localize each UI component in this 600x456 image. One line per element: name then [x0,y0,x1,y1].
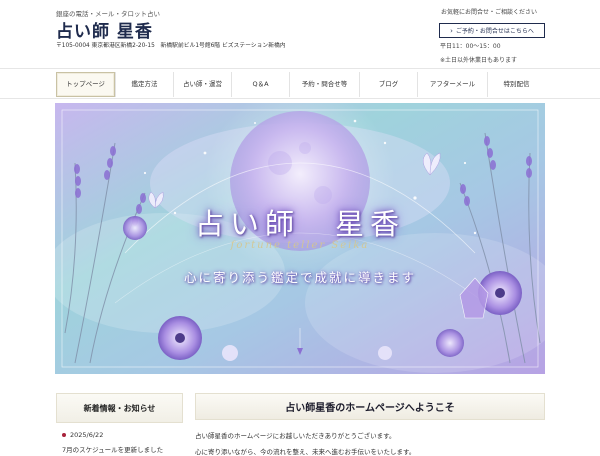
nav-item-after-mail[interactable]: アフターメール [417,72,487,97]
contact-button[interactable]: › ご予約・お問合せはこちらへ [439,23,545,38]
news-item-link[interactable]: 7月のスケジュールを更新しました [62,444,163,454]
address: 〒105-0004 東京都港区新橋2-20-15 新橋駅前ビル1号館6階 ビズス… [56,43,286,49]
nav-item-method[interactable]: 鑑定方法 [115,72,173,97]
nav-item-profile[interactable]: 占い師・運営 [173,72,231,97]
nav-item-special[interactable]: 特別配信 [487,72,545,97]
hero-catchphrase: 心に寄り添う鑑定で成就に導きます [183,270,416,285]
site-header: 銀座の電話・メール・タロット占い 占い師 星香 〒105-0004 東京都港区新… [0,0,600,68]
welcome-paragraph-2: 心に寄り添いながら、今の流れを整え、未来へ進むお手伝いをいたします。 [195,448,416,456]
welcome-paragraph-1: 占い師星香のホームページにお越しいただきありがとうございます。 [195,432,396,440]
hero-title: 占い師 星香 [194,207,405,241]
hero-subtitle: fortune teller Seika [230,240,370,251]
nav-item-reservation[interactable]: 予約・問合せ等 [289,72,359,97]
contact-note: お気軽にお問合せ・ご相談ください [441,9,538,16]
site-title[interactable]: 占い師 星香 [56,17,153,42]
dot-icon [62,433,66,437]
global-nav: トップページ 鑑定方法 占い師・運営 Q＆A 予約・問合せ等 ブログ アフターメ… [0,68,600,99]
nav-item-blog[interactable]: ブログ [359,72,417,97]
welcome-heading: 占い師星香のホームページへようこそ [195,393,545,420]
news-item-date: 2025/6/22 [62,431,103,439]
chevron-right-icon: › [450,26,453,35]
news-date-text: 2025/6/22 [70,431,104,439]
holiday-note: ※土日以外休業日もあります [440,57,518,64]
contact-button-label: ご予約・お問合せはこちらへ [455,28,534,35]
hero-banner: 占い師 星香 fortune teller Seika 心に寄り添う鑑定で成就に… [55,103,545,374]
news-heading: 新着情報・お知らせ [56,393,183,423]
nav-item-faq[interactable]: Q＆A [231,72,289,97]
business-hours: 平日11：00～15：00 [440,43,501,50]
nav-item-top[interactable]: トップページ [56,72,115,97]
